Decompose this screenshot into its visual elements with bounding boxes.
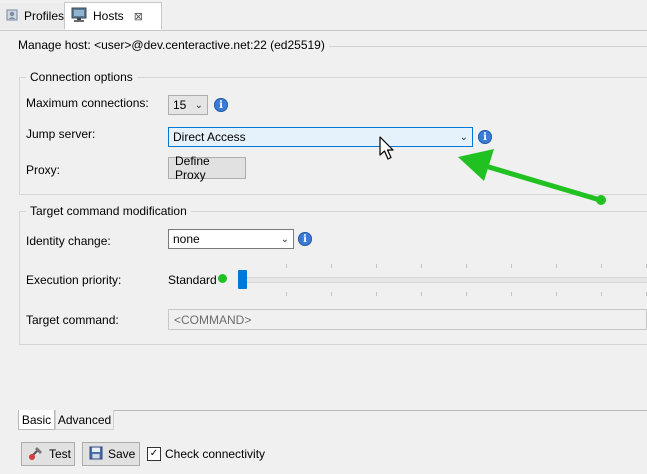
chevron-down-icon: ⌄ <box>280 233 289 245</box>
info-icon[interactable]: i <box>298 232 312 246</box>
info-icon[interactable]: i <box>214 98 228 112</box>
check-connectivity-label: Check connectivity <box>165 447 266 461</box>
tab-profiles-label: Profiles <box>24 9 65 23</box>
identity-change-label: Identity change: <box>26 234 111 248</box>
priority-slider-thumb[interactable] <box>238 270 247 289</box>
manage-host-heading: Manage host: <user>@dev.centeractive.net… <box>14 38 329 52</box>
chevron-down-icon: ⌄ <box>194 99 203 111</box>
execution-priority-label: Execution priority: <box>26 273 122 287</box>
identity-change-select[interactable]: none ⌄ <box>168 229 294 249</box>
test-button-label: Test <box>49 447 72 461</box>
max-connections-select[interactable]: 15 ⌄ <box>168 95 208 115</box>
profiles-icon <box>6 8 20 25</box>
mouse-cursor-icon <box>379 136 394 160</box>
priority-slider-ticks-bottom <box>241 292 647 296</box>
priority-slider-track[interactable] <box>241 277 647 283</box>
check-connectivity-option[interactable]: ✓ Check connectivity <box>147 447 265 461</box>
tab-basic[interactable]: Basic <box>18 410 55 430</box>
proxy-label: Proxy: <box>26 163 61 177</box>
save-button-label: Save <box>108 447 136 461</box>
jump-server-select[interactable]: Direct Access ⌄ <box>168 127 473 147</box>
jump-server-value: Direct Access <box>173 130 246 144</box>
save-button[interactable]: Save <box>82 442 140 466</box>
tab-advanced[interactable]: Advanced <box>55 410 114 430</box>
hosts-icon <box>71 7 89 26</box>
info-icon[interactable]: i <box>478 130 492 144</box>
check-connectivity-checkbox[interactable]: ✓ <box>147 447 161 461</box>
target-command-label: Target command: <box>26 313 119 327</box>
tab-profiles[interactable]: Profiles <box>0 3 70 29</box>
annotation-arrow-icon <box>458 149 606 205</box>
max-connections-value: 15 <box>173 98 187 112</box>
target-command-placeholder: <COMMAND> <box>174 312 252 327</box>
chevron-down-icon: ⌄ <box>459 131 468 143</box>
max-connections-label: Maximum connections: <box>26 96 149 110</box>
test-icon <box>28 445 44 464</box>
manage-host-value: <user>@dev.centeractive.net:22 (ed25519) <box>94 38 325 52</box>
connection-options-title: Connection options <box>26 70 137 84</box>
tab-hosts-label: Hosts <box>93 9 124 23</box>
save-icon <box>89 446 103 463</box>
target-command-input[interactable]: <COMMAND> <box>168 309 647 330</box>
define-proxy-button[interactable]: Define Proxy <box>168 154 246 182</box>
manage-host-label: Manage host: <box>18 38 91 52</box>
close-icon[interactable]: ⊠ <box>134 10 143 23</box>
tab-hosts[interactable]: Hosts ⊠ <box>64 2 162 30</box>
jump-server-label: Jump server: <box>26 127 96 141</box>
execution-priority-value: Standard <box>168 273 217 287</box>
target-command-title: Target command modification <box>26 204 191 218</box>
status-dot-icon <box>218 274 227 283</box>
identity-change-value: none <box>173 232 200 246</box>
priority-slider-ticks-top <box>241 264 647 268</box>
test-button[interactable]: Test <box>21 442 75 466</box>
